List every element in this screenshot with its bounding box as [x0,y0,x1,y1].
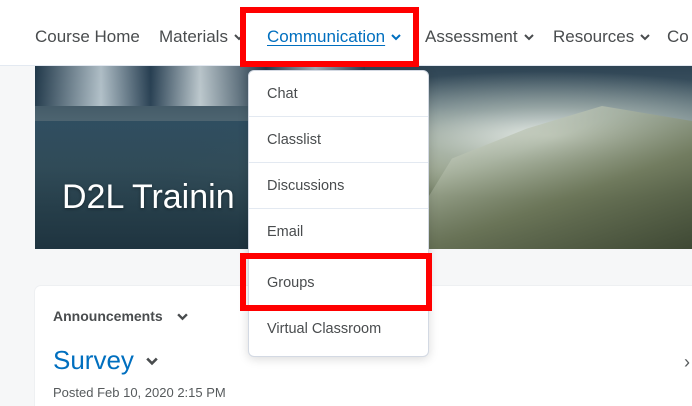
chevron-down-icon [391,34,401,41]
nav-materials[interactable]: Materials [159,27,244,47]
nav-resources-label: Resources [553,27,635,46]
nav-more-label: Co [667,27,689,46]
nav-course-home[interactable]: Course Home [35,27,140,47]
announcements-header[interactable]: Announcements [53,308,188,324]
banner-mountain [392,106,692,249]
menu-item-discussions[interactable]: Discussions [249,163,428,209]
nav-assessment[interactable]: Assessment [425,27,534,47]
more-options-icon[interactable]: › [684,352,690,373]
announcement-posted-date: Posted Feb 10, 2020 2:15 PM [53,385,226,400]
announcement-title-label: Survey [53,345,134,375]
nav-resources[interactable]: Resources [553,27,650,47]
page: Course Home Materials Communication Asse… [0,0,692,406]
nav-course-home-label: Course Home [35,27,140,46]
chevron-down-icon [234,34,244,41]
nav-more-truncated[interactable]: Co [667,27,689,47]
menu-item-virtual-classroom[interactable]: Virtual Classroom [249,306,428,352]
chevron-down-icon [523,34,534,41]
menu-item-email[interactable]: Email [249,209,428,255]
course-navbar: Course Home Materials Communication Asse… [0,0,692,66]
chevron-down-icon [176,312,188,320]
menu-item-classlist[interactable]: Classlist [249,117,428,163]
nav-communication-label: Communication [267,27,386,46]
course-title: D2L Trainin [62,178,235,216]
menu-item-groups[interactable]: Groups [249,260,428,306]
chevron-down-icon [146,357,158,365]
communication-dropdown-menu: Chat Classlist Discussions Email Groups … [248,70,429,357]
nav-materials-label: Materials [159,27,228,46]
menu-item-chat[interactable]: Chat [249,71,428,117]
chevron-down-icon [640,34,650,41]
nav-communication[interactable]: Communication [267,27,401,47]
nav-assessment-label: Assessment [425,27,518,46]
announcements-label: Announcements [53,308,163,324]
announcement-title[interactable]: Survey [53,345,158,376]
